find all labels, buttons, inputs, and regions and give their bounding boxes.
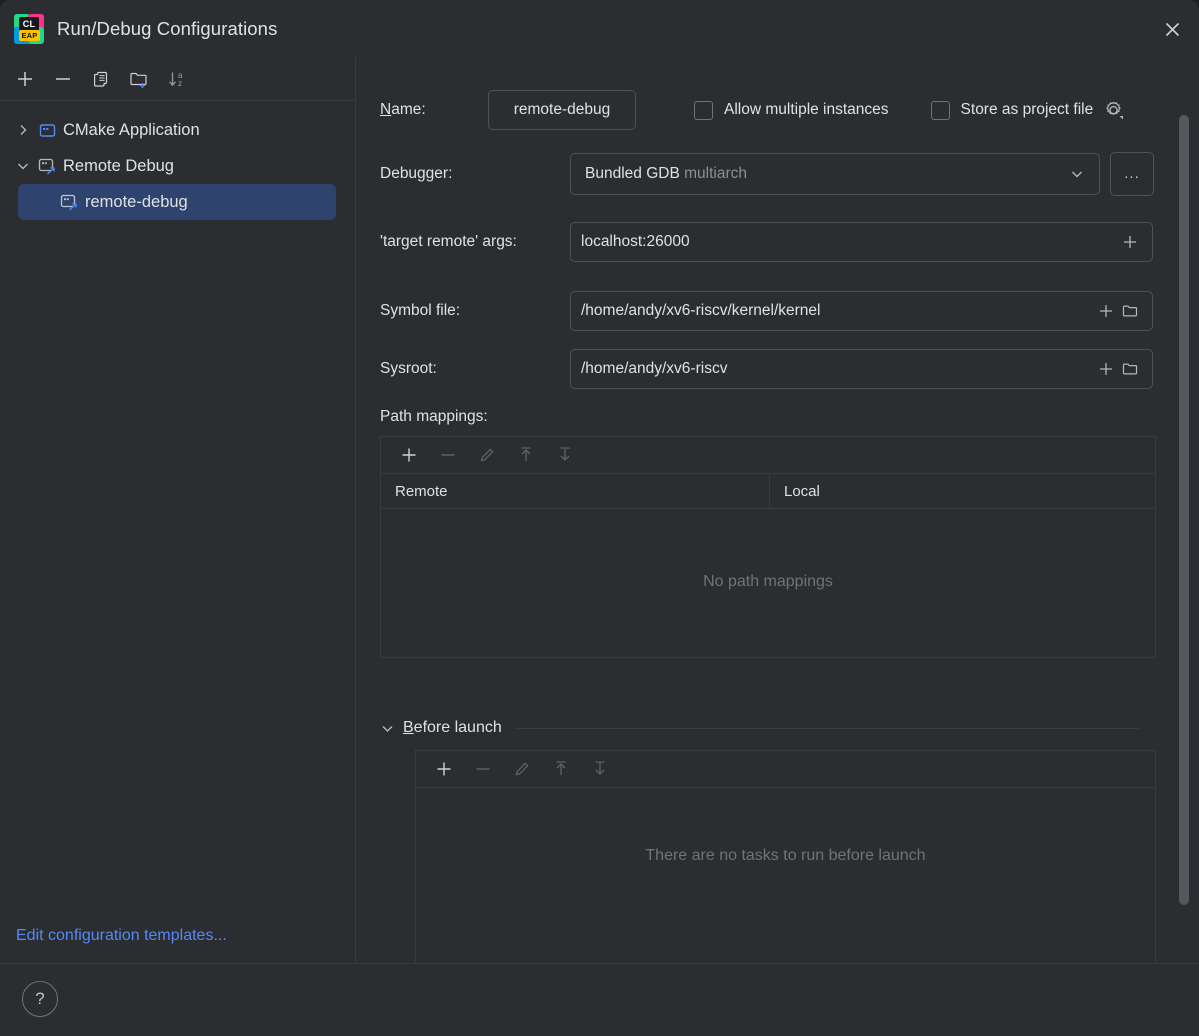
remove-task-button	[463, 754, 502, 784]
chevron-down-icon[interactable]	[10, 159, 36, 173]
tree-item-label: remote-debug	[85, 192, 188, 211]
symbol-file-input[interactable]: /home/andy/xv6-riscv/kernel/kernel	[570, 291, 1153, 331]
remove-configuration-button[interactable]	[44, 62, 82, 96]
debugger-row: Debugger: Bundled GDB multiarch ...	[380, 152, 1180, 196]
sysroot-row: Sysroot: /home/andy/xv6-riscv	[380, 349, 1180, 389]
configurations-panel: a z CMake Application Remote Debug remot…	[0, 57, 356, 963]
dialog-title: Run/Debug Configurations	[57, 17, 278, 39]
target-remote-args-row: 'target remote' args: localhost:26000	[380, 222, 1180, 262]
name-label: Name:	[380, 101, 465, 119]
checkbox-box	[930, 100, 950, 120]
column-header-local[interactable]: Local	[770, 474, 1155, 508]
cmake-application-icon	[36, 122, 58, 139]
section-divider	[513, 727, 1139, 729]
dialog-title-bar: CL EAP Run/Debug Configurations	[0, 0, 1199, 57]
path-mappings-empty-text: No path mappings	[703, 573, 833, 590]
debugger-value: Bundled GDB multiarch	[585, 165, 747, 182]
name-input-value: remote-debug	[513, 101, 611, 118]
debugger-dropdown[interactable]: Bundled GDB multiarch	[570, 153, 1100, 195]
insert-macro-icon[interactable]	[1094, 299, 1118, 323]
before-launch-empty-text: There are no tasks to run before launch	[645, 846, 926, 864]
store-as-project-file-label: Store as project file	[960, 101, 1094, 118]
add-configuration-button[interactable]	[6, 62, 44, 96]
name-label-mnemonic: N	[380, 101, 392, 118]
target-remote-args-input[interactable]: localhost:26000	[570, 222, 1153, 262]
allow-multiple-instances-label: Allow multiple instances	[724, 101, 889, 118]
sysroot-value: /home/andy/xv6-riscv	[581, 360, 728, 377]
allow-multiple-instances-checkbox[interactable]: Allow multiple instances	[694, 100, 889, 120]
path-mappings-label: Path mappings:	[380, 408, 488, 425]
chevron-down-icon	[1069, 166, 1091, 182]
edit-configuration-templates-link[interactable]: Edit configuration templates...	[16, 927, 227, 945]
symbol-file-row: Symbol file: /home/andy/xv6-riscv/kernel…	[380, 291, 1180, 331]
tree-item-remote-debug[interactable]: remote-debug	[18, 184, 336, 220]
copy-configuration-button[interactable]	[82, 62, 120, 96]
configurations-tree[interactable]: CMake Application Remote Debug remote-de…	[0, 102, 354, 901]
tree-item-cmake-application[interactable]: CMake Application	[0, 112, 354, 148]
store-as-project-file-checkbox[interactable]: Store as project file	[930, 99, 1125, 121]
move-path-mapping-up-button	[506, 440, 545, 470]
add-task-button[interactable]	[424, 754, 463, 784]
chevron-right-icon[interactable]	[10, 123, 36, 137]
symbol-file-label: Symbol file:	[380, 302, 461, 319]
new-folder-button[interactable]	[120, 62, 158, 96]
browse-folder-icon[interactable]	[1118, 299, 1142, 323]
sysroot-label: Sysroot:	[380, 360, 437, 377]
dots-label: ...	[1124, 165, 1140, 182]
before-launch-panel: There are no tasks to run before launch	[415, 750, 1156, 963]
column-header-remote[interactable]: Remote	[381, 474, 770, 508]
dialog-footer: ? Debug OK Cancel Apply	[0, 963, 1199, 1036]
close-icon[interactable]	[1155, 12, 1189, 46]
add-path-mapping-button[interactable]	[389, 440, 428, 470]
remove-path-mapping-button	[428, 440, 467, 470]
checkbox-box	[694, 100, 713, 120]
tree-item-remote-debug-group[interactable]: Remote Debug	[0, 148, 354, 184]
name-label-rest: ame:	[391, 101, 426, 118]
path-mappings-toolbar	[381, 437, 1155, 474]
move-task-up-button	[541, 754, 580, 784]
before-launch-label-rest: efore launch	[413, 719, 502, 736]
path-mappings-header: Remote Local	[381, 474, 1155, 509]
tree-item-label: Remote Debug	[63, 156, 174, 175]
remote-debug-icon	[58, 193, 80, 212]
target-remote-args-label: 'target remote' args:	[380, 233, 517, 250]
name-row: Name: remote-debug Allow multiple instan…	[380, 90, 1180, 130]
debugger-value-suffix: multiarch	[684, 165, 747, 182]
tree-item-label: CMake Application	[63, 120, 200, 139]
svg-text:z: z	[178, 79, 182, 88]
debugger-browse-button[interactable]: ...	[1110, 152, 1154, 196]
configurations-toolbar: a z	[0, 57, 355, 101]
clion-eap-logo-icon: CL EAP	[14, 13, 44, 44]
sysroot-input[interactable]: /home/andy/xv6-riscv	[570, 349, 1153, 389]
before-launch-header[interactable]: Before launch	[380, 719, 1170, 737]
edit-path-mapping-button	[467, 440, 506, 470]
path-mappings-panel: Remote Local No path mappings	[380, 436, 1156, 658]
gear-icon[interactable]	[1102, 99, 1124, 121]
before-launch-toolbar	[416, 751, 1155, 788]
browse-folder-icon[interactable]	[1118, 357, 1142, 381]
insert-macro-icon[interactable]	[1094, 357, 1118, 381]
target-remote-args-value: localhost:26000	[581, 233, 690, 250]
run-debug-configurations-dialog: CL EAP Run/Debug Configurations a z CMak…	[0, 0, 1199, 1036]
symbol-file-value: /home/andy/xv6-riscv/kernel/kernel	[581, 302, 821, 319]
logo-eap-badge: EAP	[19, 29, 40, 41]
editor-scrollbar[interactable]	[1179, 115, 1189, 905]
move-path-mapping-down-button	[545, 440, 584, 470]
sort-configurations-button[interactable]: a z	[158, 62, 196, 96]
logo-text: CL	[19, 16, 39, 31]
configuration-editor-panel: Name: remote-debug Allow multiple instan…	[357, 57, 1199, 963]
before-launch-label: Before launch	[403, 719, 502, 736]
edit-task-button	[502, 754, 541, 784]
remote-debug-icon	[36, 157, 58, 176]
move-task-down-button	[580, 754, 619, 784]
name-input[interactable]: remote-debug	[488, 90, 636, 130]
chevron-down-icon[interactable]	[380, 721, 395, 736]
help-button[interactable]: ?	[22, 981, 58, 1017]
insert-macro-icon[interactable]	[1118, 230, 1142, 254]
debugger-label: Debugger:	[380, 165, 453, 182]
